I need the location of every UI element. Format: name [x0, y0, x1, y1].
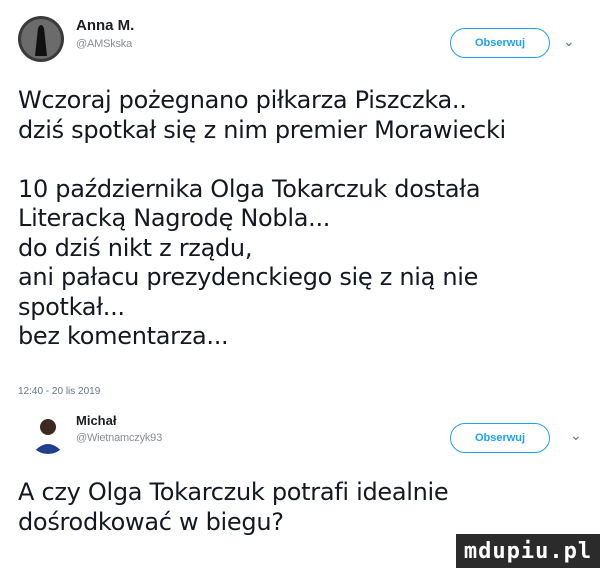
tweet-text: A czy Olga Tokarczuk potrafi idealnie do… — [18, 478, 449, 536]
chevron-down-icon[interactable]: ⌄ — [563, 33, 575, 50]
avatar[interactable] — [18, 16, 64, 62]
watermark: mdupiu.pl — [456, 534, 600, 568]
follow-button[interactable]: Obserwuj — [450, 28, 550, 58]
author-handle[interactable]: @Wietnamczyk93 — [76, 432, 162, 444]
author-name[interactable]: Anna M. — [76, 17, 134, 34]
tweet-text: Wczoraj pożegnano piłkarza Piszczka.. dz… — [18, 86, 506, 350]
avatar[interactable] — [28, 414, 68, 454]
author-handle[interactable]: @AMSkska — [76, 38, 132, 50]
follow-button[interactable]: Obserwuj — [450, 423, 550, 453]
author-name[interactable]: Michał — [76, 413, 116, 428]
timestamp[interactable]: 12:40 - 20 lis 2019 — [18, 386, 100, 397]
chevron-down-icon[interactable]: ⌄ — [570, 427, 582, 444]
